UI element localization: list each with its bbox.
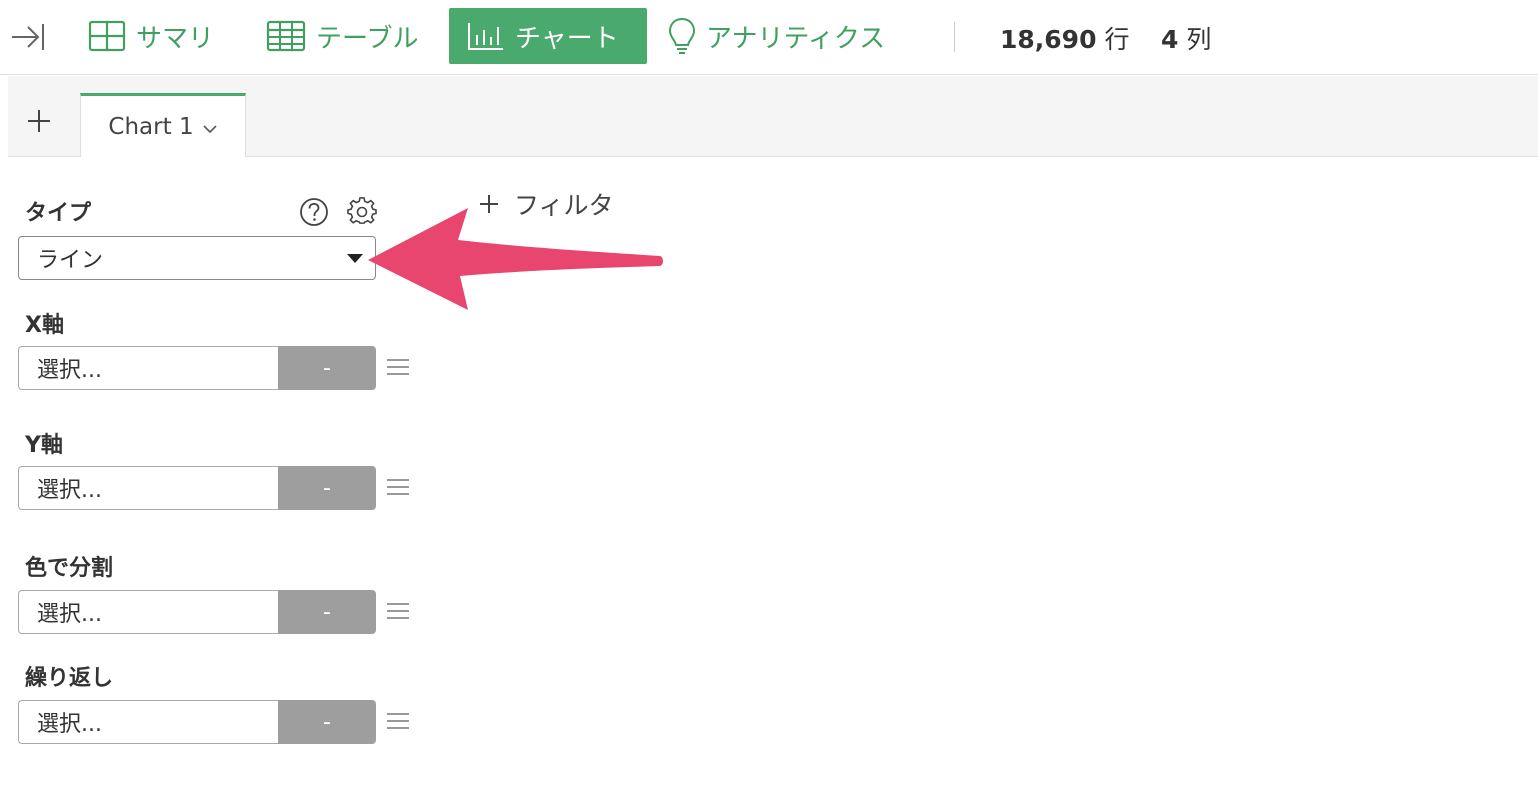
y-axis-label: Y軸 (25, 433, 63, 458)
x-axis-field: 選択... - (18, 346, 376, 390)
tab-label: Chart 1 (108, 113, 194, 140)
row-count: 18,690 行 (1000, 20, 1129, 56)
nav-table-label: テーブル (316, 23, 419, 54)
grid-icon (88, 20, 126, 52)
nav-analytics-label: アナリティクス (706, 23, 886, 54)
chart-tab-strip: Chart 1 (8, 76, 1538, 157)
color-split-field: 選択... - (18, 590, 376, 634)
add-tab-button[interactable] (24, 106, 54, 136)
column-count-unit: 列 (1186, 25, 1212, 54)
y-axis-aggregation[interactable]: - (278, 466, 376, 510)
x-axis-select[interactable]: 選択... (18, 346, 278, 390)
bar-chart-icon (467, 21, 505, 51)
x-axis-label: X軸 (25, 313, 64, 338)
drag-handle-icon[interactable] (387, 479, 409, 500)
chevron-down-icon[interactable] (202, 114, 218, 140)
nav-summary[interactable]: サマリ (88, 8, 214, 64)
y-axis-select[interactable]: 選択... (18, 466, 278, 510)
tab-chart-1[interactable]: Chart 1 (80, 93, 246, 157)
nav-chart-label: チャート (515, 23, 619, 54)
type-label: タイプ (25, 201, 92, 226)
collapse-panel-icon[interactable] (8, 20, 48, 54)
nav-analytics[interactable]: アナリティクス (668, 8, 885, 64)
row-count-unit: 行 (1104, 25, 1130, 54)
toolbar-divider (954, 22, 955, 52)
top-toolbar: サマリ テーブル チャート アナリティクス 18,690 行 4 列 (0, 0, 1538, 75)
color-split-aggregation[interactable]: - (278, 590, 376, 634)
chart-type-select[interactable]: ライン (18, 236, 376, 280)
annotation-arrow (360, 200, 670, 319)
lightbulb-icon (668, 17, 696, 55)
column-count-value: 4 (1161, 25, 1179, 54)
chart-type-value: ライン (37, 248, 104, 273)
drag-handle-icon[interactable] (387, 603, 409, 624)
y-axis-field: 選択... - (18, 466, 376, 510)
x-axis-aggregation[interactable]: - (278, 346, 376, 390)
nav-chart[interactable]: チャート (449, 8, 647, 64)
drag-handle-icon[interactable] (387, 713, 409, 734)
plus-icon (28, 110, 50, 132)
drag-handle-icon[interactable] (387, 359, 409, 380)
repeat-field: 選択... - (18, 700, 376, 744)
nav-summary-label: サマリ (136, 23, 215, 54)
repeat-select[interactable]: 選択... (18, 700, 278, 744)
row-count-value: 18,690 (1000, 25, 1097, 54)
color-split-select[interactable]: 選択... (18, 590, 278, 634)
nav-table[interactable]: テーブル (266, 8, 418, 64)
color-split-label: 色で分割 (25, 556, 114, 581)
table-icon (266, 20, 306, 52)
column-count: 4 列 (1161, 20, 1211, 56)
repeat-label: 繰り返し (25, 666, 114, 691)
help-icon[interactable] (299, 197, 329, 231)
repeat-aggregation[interactable]: - (278, 700, 376, 744)
